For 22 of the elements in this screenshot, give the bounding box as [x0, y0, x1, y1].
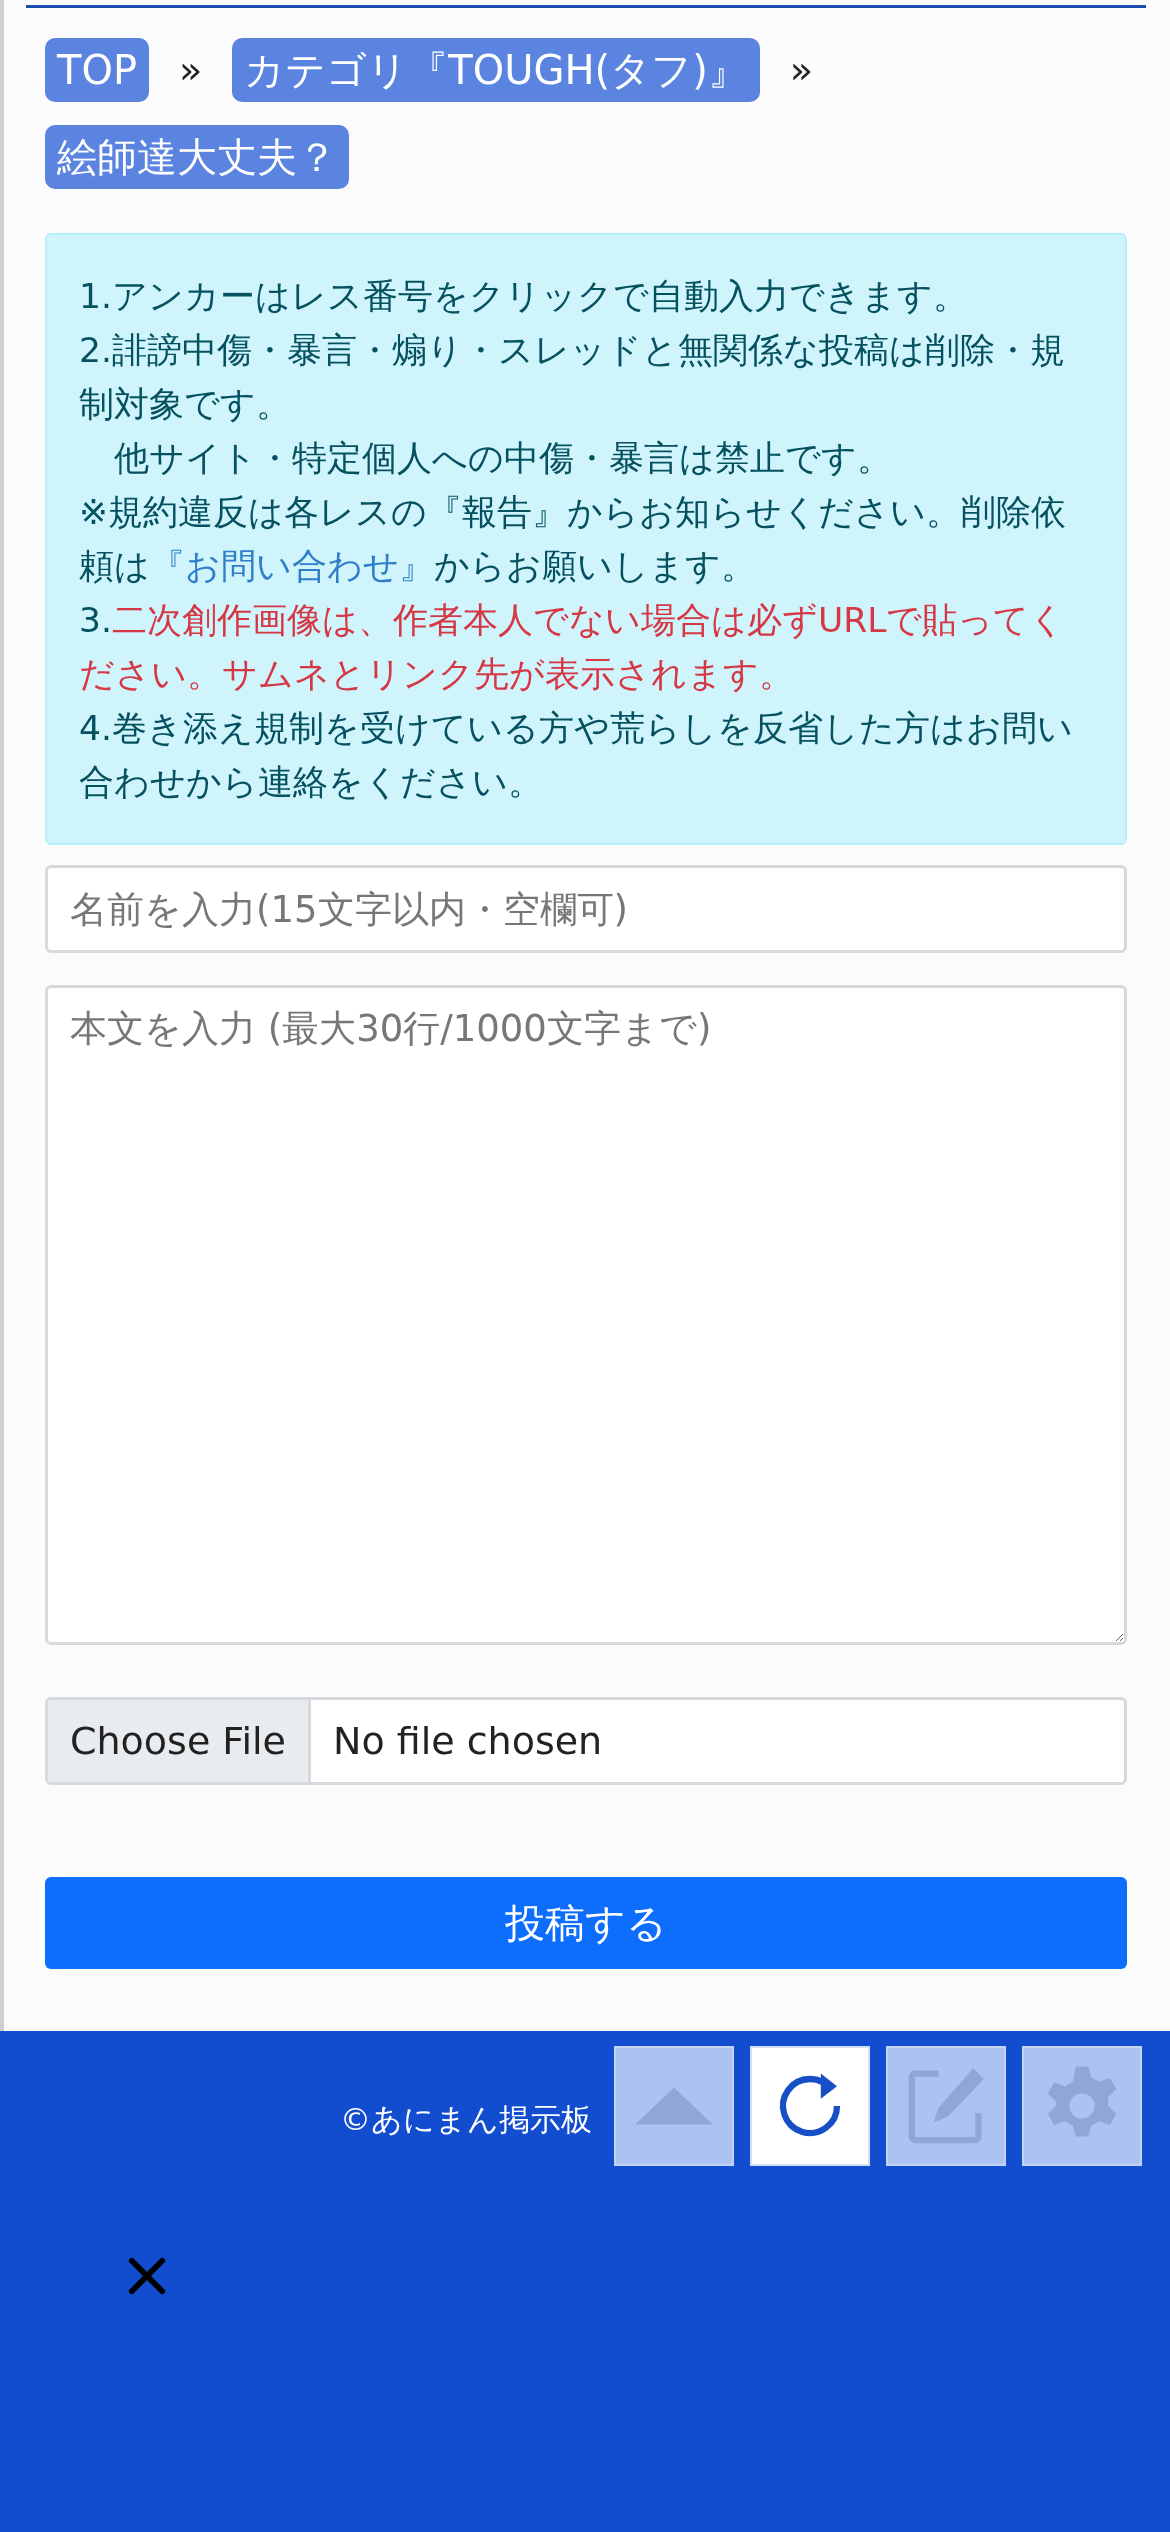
notice-text: 2.誹謗中傷・暴言・煽り・スレッドと無関係な投稿は削除・規制対象です。: [79, 329, 1066, 426]
file-input[interactable]: Choose File No file chosen: [45, 1697, 1127, 1785]
name-field[interactable]: 名前を入力(15文字以内・空欄可): [45, 865, 1127, 953]
breadcrumb-link[interactable]: 絵師達大丈夫？: [45, 125, 349, 189]
copyright-text: ©あにまん掲示板: [340, 2100, 592, 2139]
close-icon[interactable]: [128, 2257, 166, 2295]
notice-text: 他サイト・特定個人への中傷・暴言は禁止です。: [113, 437, 893, 480]
scroll-up-button[interactable]: [614, 2046, 734, 2166]
breadcrumb-separator: »: [789, 48, 814, 92]
body-field[interactable]: 本文を入力 (最大30行/1000文字まで): [45, 985, 1127, 1645]
notice-text: 3.二次創作画像は、作者本人でない場合は必ずURLで貼ってください。サムネとリンク先が表示されます。: [79, 599, 1067, 696]
edit-button[interactable]: [886, 2046, 1006, 2166]
notice-text: 1.アンカーはレス番号をクリックで自動入力できます。: [79, 275, 969, 318]
contact-link[interactable]: 『お問い合わせ』: [150, 546, 434, 586]
breadcrumb-link[interactable]: カテゴリ『TOUGH(タフ)』: [232, 38, 760, 102]
settings-button[interactable]: [1022, 2046, 1142, 2166]
notice-text: 4.巻き添え規制を受けている方や荒らしを反省した方はお問い合わせから連絡をください。: [79, 707, 1074, 804]
notice-text: ※規約違反は各レスの『報告』からお知らせください。削除依頼は『お問い合わせ』からお願いします。: [79, 491, 1067, 588]
submit-button[interactable]: 投稿する: [45, 1877, 1127, 1969]
breadcrumb-link[interactable]: TOP: [45, 38, 150, 102]
breadcrumb-separator: »: [179, 48, 203, 92]
reload-button[interactable]: [750, 2046, 870, 2166]
